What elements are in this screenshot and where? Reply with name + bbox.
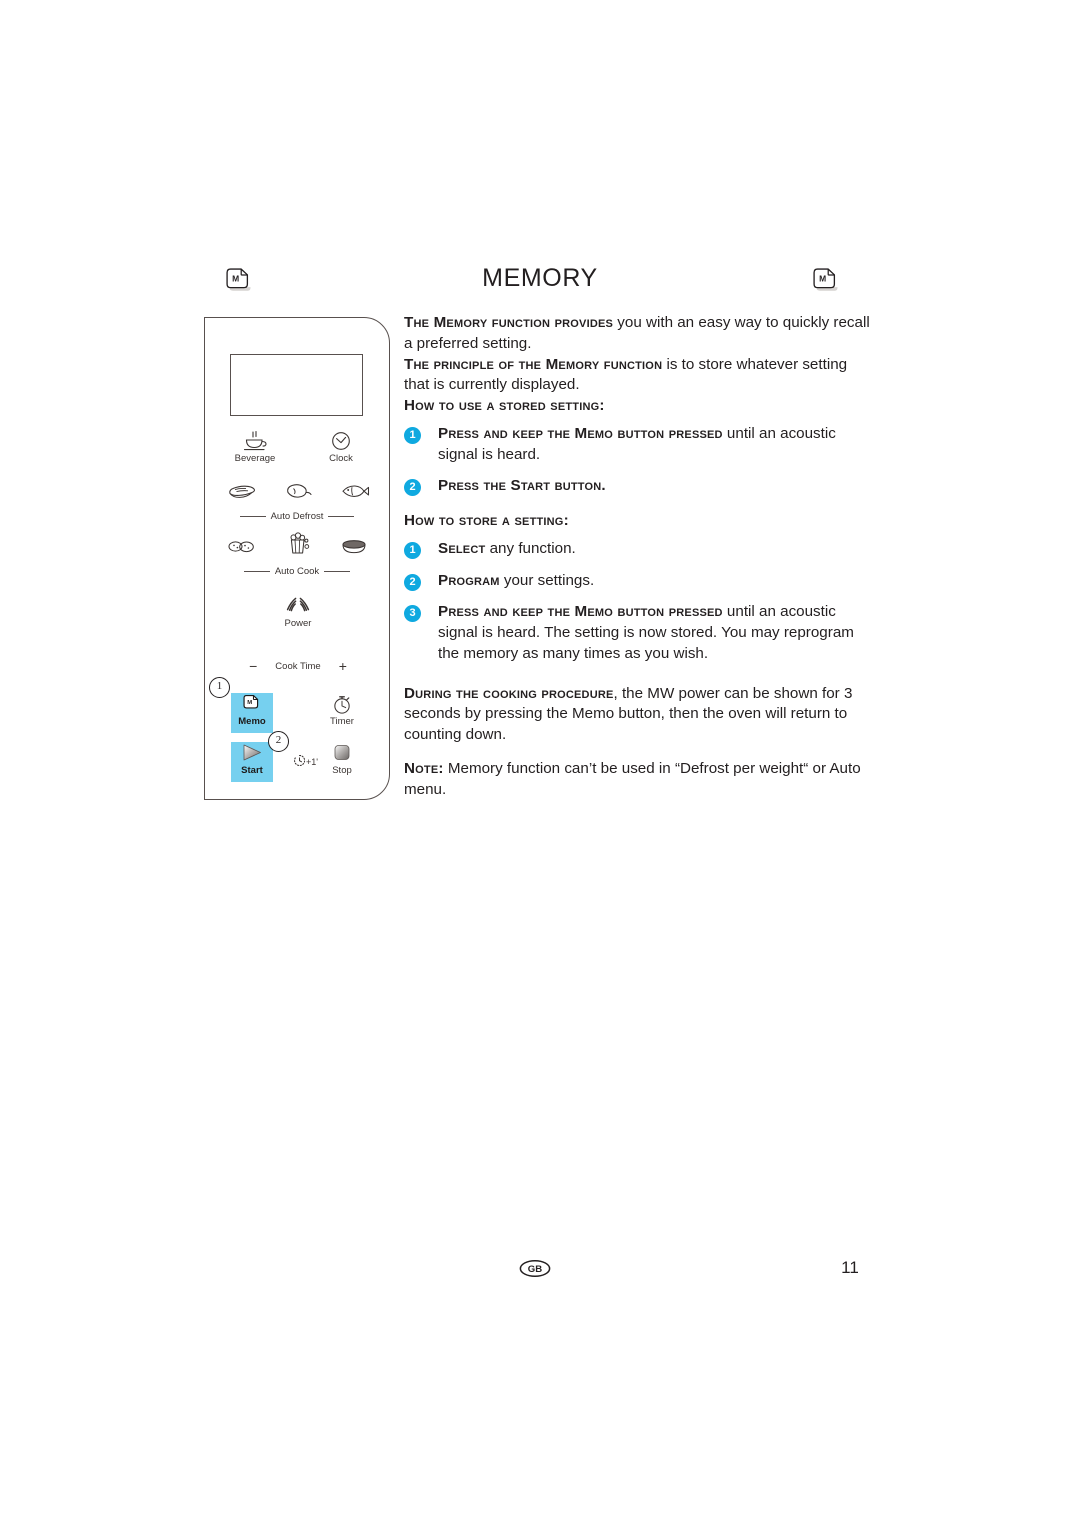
bowl-icon	[329, 536, 379, 558]
step-bullet: 2	[404, 479, 421, 497]
step-lead: Press the Start button.	[438, 477, 606, 495]
quick-start-plus-one-label: +1'	[293, 754, 318, 767]
fish-icon	[329, 481, 379, 503]
pad-label-timer: Timer	[330, 716, 354, 727]
microwave-control-panel: Beverage Clock Auto Defrost Auto Cook Po…	[204, 317, 390, 800]
svg-text:M: M	[247, 700, 252, 706]
memo-page-icon: M	[231, 693, 273, 715]
pad-clock[interactable]: Clock	[304, 430, 378, 464]
step-bullet: 1	[404, 541, 421, 559]
intro-lead-2: The principle of the Memory function	[404, 355, 663, 373]
memo-button[interactable]: M Memo	[231, 693, 273, 733]
display-screen	[230, 354, 363, 416]
timer-button[interactable]: Timer	[317, 693, 367, 727]
list-item: 1 Press and keep the Memo button pressed…	[404, 424, 870, 466]
popcorn-icon	[273, 532, 323, 554]
page-number: 11	[841, 1258, 859, 1277]
pad-label-clock: Clock	[329, 453, 353, 464]
divider-line	[239, 515, 266, 517]
during-cooking-paragraph: During the cooking procedure, the MW pow…	[404, 684, 870, 746]
pad-label-stop: Stop	[332, 765, 352, 776]
step-rest: any function.	[485, 539, 576, 557]
note-lead: Note:	[404, 759, 444, 777]
group-label-auto-cook: Auto Cook	[205, 566, 389, 577]
heading-how-to-use: How to use a stored setting:	[404, 397, 605, 414]
callout-marker-1: 1	[209, 677, 230, 698]
note-paragraph: Note: Memory function can’t be used in “…	[404, 759, 870, 801]
pad-label-start: Start	[241, 765, 263, 776]
steps-how-to-use: 1 Press and keep the Memo button pressed…	[404, 424, 870, 497]
step-lead: Select	[438, 539, 486, 557]
group-label-auto-defrost: Auto Defrost	[205, 511, 389, 522]
pad-beverage[interactable]: Beverage	[218, 430, 292, 464]
step-bullet: 3	[404, 605, 421, 623]
pad-label-power: Power	[284, 618, 312, 629]
intro-lead-1: The Memory function provides	[404, 314, 614, 331]
step-rest: your settings.	[499, 571, 595, 589]
pad-defrost-meat[interactable]	[217, 481, 267, 505]
step-bullet: 2	[404, 573, 421, 591]
cook-time-plus-button[interactable]: +	[339, 659, 347, 673]
divider-line	[243, 570, 270, 572]
list-item: 1 Select any function.	[404, 539, 870, 560]
pad-cook-potatoes[interactable]	[217, 536, 267, 560]
start-button[interactable]: Start	[231, 742, 273, 782]
beverage-cup-icon	[218, 430, 292, 452]
timer-stopwatch-icon	[317, 693, 367, 715]
list-item: 2 Program your settings.	[404, 571, 870, 592]
note-rest: Memory function can’t be used in “Defros…	[404, 759, 861, 798]
pad-label-memo: Memo	[238, 716, 266, 727]
page-title: MEMORY	[482, 264, 598, 292]
meat-icon	[217, 481, 267, 503]
intro-paragraph-1: The Memory function provides you with an…	[404, 313, 870, 355]
divider-line	[324, 570, 351, 572]
step-bullet: 1	[404, 426, 421, 444]
clock-icon	[304, 430, 378, 452]
power-waves-icon	[273, 595, 323, 617]
pad-power[interactable]: Power	[273, 595, 323, 629]
step-lead: Press and keep the Memo button pressed	[438, 424, 723, 442]
poultry-icon	[273, 481, 323, 503]
steps-how-to-store: 1 Select any function. 2 Program your se…	[404, 539, 870, 665]
svg-text:GB: GB	[528, 1264, 542, 1275]
cook-time-row: − Cook Time +	[205, 659, 391, 673]
heading-how-to-store: How to store a setting:	[404, 512, 569, 529]
pad-cook-bowl[interactable]	[329, 536, 379, 560]
pad-defrost-fish[interactable]	[329, 481, 379, 505]
potatoes-icon	[217, 536, 267, 558]
step-lead: Program	[438, 571, 500, 589]
stop-button[interactable]: Stop	[317, 742, 367, 776]
cook-time-minus-button[interactable]: −	[249, 659, 257, 673]
pad-cook-popcorn[interactable]	[273, 532, 323, 556]
step-lead: Press and keep the Memo button pressed	[438, 603, 723, 621]
during-lead: During the cooking procedure	[404, 684, 614, 702]
divider-line	[328, 515, 355, 517]
cook-time-label: Cook Time	[275, 660, 321, 672]
intro-paragraph-2: The principle of the Memory function is …	[404, 355, 870, 397]
language-badge: GB	[519, 1259, 551, 1278]
callout-marker-2: 2	[268, 731, 289, 752]
pad-defrost-poultry[interactable]	[273, 481, 323, 505]
stop-square-icon	[317, 742, 367, 764]
article-body: The Memory function provides you with an…	[404, 313, 870, 800]
quick-start-clock-icon	[294, 754, 306, 767]
list-item: 2 Press the Start button.	[404, 476, 870, 497]
play-triangle-icon	[231, 742, 273, 764]
pad-label-beverage: Beverage	[234, 453, 276, 464]
list-item: 3 Press and keep the Memo button pressed…	[404, 602, 870, 664]
